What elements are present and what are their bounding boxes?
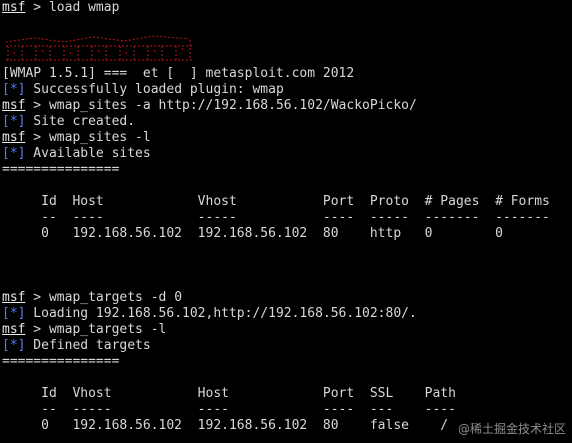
output-text: [WMAP 1.5.1] === et [ ] metasploit.com 2… [2, 66, 355, 81]
terminal-line: [*] Available sites [2, 146, 572, 162]
info-tag: [*] [2, 82, 26, 97]
command-text: > wmap_targets -d 0 [25, 290, 183, 305]
info-text: Site created. [25, 114, 136, 129]
terminal-line: msf > wmap_sites -a http://192.168.56.10… [2, 98, 572, 114]
output-text: -- ---- ----- ---- ----- ------- ------- [2, 210, 550, 225]
output-text: =============== [2, 162, 120, 177]
info-tag: [*] [2, 114, 26, 129]
terminal-output[interactable]: msf > load wmap [WMAP 1.5.1] === et [ ] m… [2, 0, 572, 434]
output-text: Id Host Vhost Port Proto # Pages # Forms [2, 194, 550, 209]
terminal-line: msf > wmap_sites -l [2, 130, 572, 146]
terminal-line: msf > wmap_targets -l [2, 322, 572, 338]
msf-prompt: msf [2, 0, 26, 15]
msf-prompt: msf [2, 130, 26, 145]
output-text: 0 192.168.56.102 192.168.56.102 80 http … [2, 226, 503, 241]
terminal-line: -- ----- ---- ---- --- ---- [2, 402, 572, 418]
output-text: -- ----- ---- ---- --- ---- [2, 402, 456, 417]
terminal-line: =============== [2, 354, 572, 370]
msf-prompt: msf [2, 290, 26, 305]
output-text: Id Vhost Host Port SSL Path [2, 386, 456, 401]
info-tag: [*] [2, 338, 26, 353]
command-text: > wmap_targets -l [25, 322, 167, 337]
wmap-ascii-banner [2, 32, 572, 66]
watermark: @稀土掘金技术社区 [457, 422, 566, 436]
terminal-line: Id Host Vhost Port Proto # Pages # Forms [2, 194, 572, 210]
msf-prompt: msf [2, 98, 26, 113]
terminal-line: msf > wmap_targets -d 0 [2, 290, 572, 306]
info-tag: [*] [2, 306, 26, 321]
terminal-line: [*] Site created. [2, 114, 572, 130]
terminal-line: =============== [2, 162, 572, 178]
terminal-line: Id Vhost Host Port SSL Path [2, 386, 572, 402]
output-text: =============== [2, 354, 120, 369]
terminal-line: msf > load wmap [2, 0, 572, 16]
output-text: 0 192.168.56.102 192.168.56.102 80 false… [2, 418, 449, 433]
info-text: Available sites [25, 146, 151, 161]
terminal-line: [*] Successfully loaded plugin: wmap [2, 82, 572, 98]
command-text: > load wmap [25, 0, 120, 15]
msf-prompt: msf [2, 322, 26, 337]
command-text: > wmap_sites -l [25, 130, 151, 145]
info-tag: [*] [2, 146, 26, 161]
terminal-line: [*] Loading 192.168.56.102,http://192.16… [2, 306, 572, 322]
info-text: Loading 192.168.56.102,http://192.168.56… [25, 306, 417, 321]
command-text: > wmap_sites -a http://192.168.56.102/Wa… [25, 98, 417, 113]
terminal-line: [WMAP 1.5.1] === et [ ] metasploit.com 2… [2, 66, 572, 82]
terminal-line: [*] Defined targets [2, 338, 572, 354]
info-text: Defined targets [25, 338, 151, 353]
info-text: Successfully loaded plugin: wmap [25, 82, 284, 97]
terminal-line: -- ---- ----- ---- ----- ------- ------- [2, 210, 572, 226]
terminal-line: 0 192.168.56.102 192.168.56.102 80 http … [2, 226, 572, 242]
